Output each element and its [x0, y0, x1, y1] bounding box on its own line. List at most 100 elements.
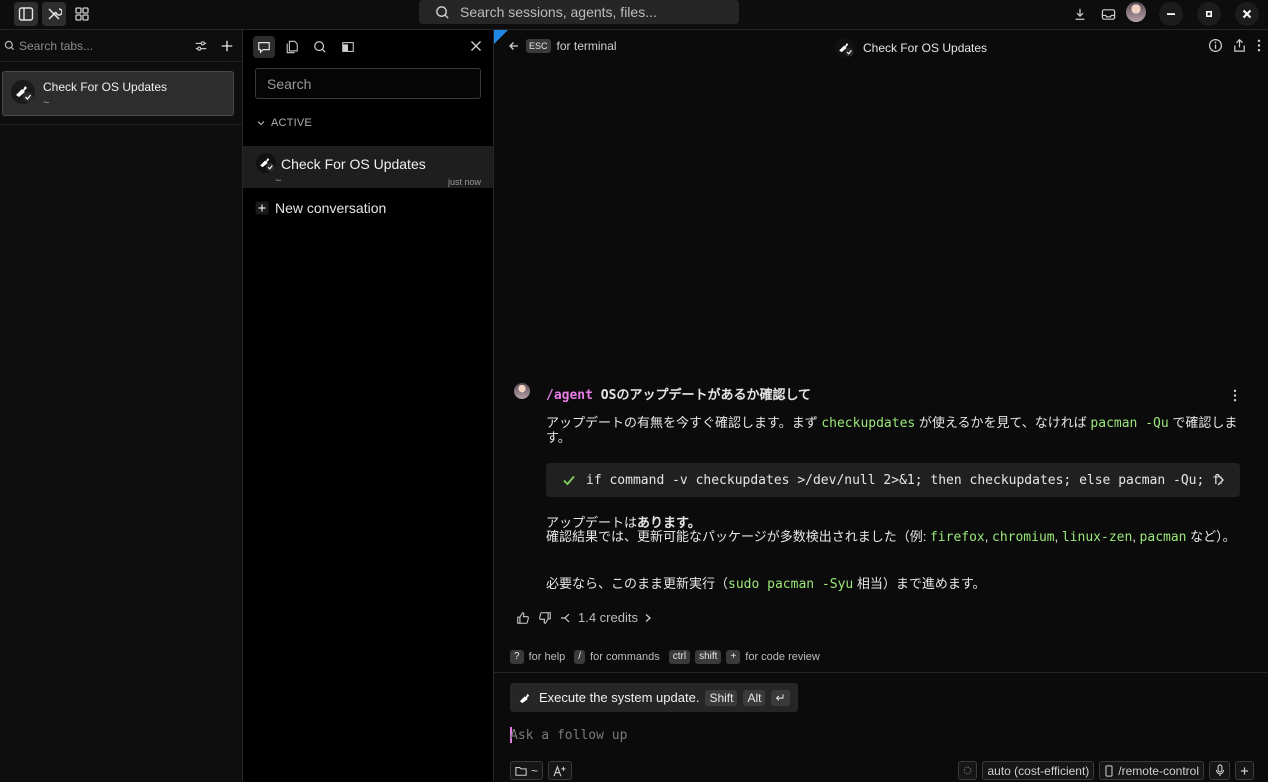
arrow-left-icon: [509, 42, 518, 50]
check-icon: [563, 475, 575, 486]
search-tab-button[interactable]: [309, 36, 331, 58]
reply2-text-a: アップデートは: [546, 515, 638, 530]
agent-reply-2: アップデートはあります。 確認結果では、更新可能なパッケージが多数検出されました…: [546, 516, 1246, 545]
conversation-header-title: Check For OS Updates: [835, 38, 987, 58]
search-icon: [314, 41, 326, 53]
download-icon: [1075, 8, 1085, 20]
active-section-toggle[interactable]: ACTIVE: [257, 117, 312, 129]
download-button[interactable]: [1068, 2, 1092, 26]
prompt-text: OSのアップデートがあるか確認して: [592, 388, 812, 403]
thumbs-up-icon: [517, 611, 529, 624]
conversation-search-input[interactable]: Search: [255, 68, 481, 99]
tab-search-input[interactable]: Search tabs...: [19, 39, 194, 53]
package-firefox: firefox: [929, 530, 985, 545]
user-avatar: [514, 383, 530, 399]
branch-icon: [561, 613, 570, 622]
ctrl-key: ctrl: [668, 650, 691, 664]
reply3-text-a: 必要なら、このまま更新実行（: [546, 576, 729, 591]
input-right-controls: auto (cost-efficient) /remote-control: [958, 761, 1254, 780]
divider: [0, 124, 243, 125]
sidebar-toggle-button[interactable]: [14, 2, 38, 26]
files-icon: [286, 40, 298, 54]
attach-button[interactable]: [1235, 761, 1254, 780]
info-button[interactable]: [1208, 38, 1223, 53]
conversation-item[interactable]: Check For OS Updates ~ just now: [243, 146, 493, 188]
thumbs-down-button[interactable]: [538, 611, 552, 625]
microphone-icon: [1215, 764, 1224, 777]
minimize-icon: [1167, 13, 1175, 15]
agent-icon: [519, 693, 530, 704]
conversation-search-placeholder: Search: [267, 75, 312, 92]
chevron-right-icon[interactable]: [1214, 473, 1226, 487]
reply2-text-c: など）。: [1186, 529, 1236, 544]
package-chromium: chromium: [992, 530, 1055, 545]
kebab-icon: [1233, 389, 1237, 402]
close-window-button[interactable]: [1235, 2, 1259, 26]
package-pacman: pacman: [1139, 530, 1187, 545]
notebook-tab-button[interactable]: [337, 36, 359, 58]
new-conversation-button[interactable]: New conversation: [255, 200, 386, 216]
share-button[interactable]: [1232, 38, 1247, 53]
model-selector[interactable]: auto (cost-efficient): [982, 761, 1095, 780]
sidebar-icon: [18, 7, 34, 21]
tools-button[interactable]: [42, 2, 66, 26]
plus-icon: [1240, 766, 1249, 775]
agent-reply-1: アップデートの有無を今すぐ確認します。まず checkupdates が使えるか…: [546, 416, 1246, 445]
remote-control-button[interactable]: /remote-control: [1099, 761, 1204, 780]
enter-key: ↵: [771, 689, 790, 706]
suggestion-chip[interactable]: Execute the system update. Shift Alt ↵: [510, 683, 798, 712]
code-review-hint: for code review: [745, 651, 820, 663]
directory-label: ~: [531, 763, 539, 778]
close-panel-button[interactable]: [470, 40, 482, 52]
maximize-icon: [1206, 11, 1212, 17]
global-search-input[interactable]: Search sessions, agents, files...: [419, 0, 739, 24]
filter-button[interactable]: [194, 39, 208, 53]
back-label: for terminal: [556, 39, 617, 53]
reply2-text-b: 確認結果では、更新可能なパッケージが多数検出されました（例:: [546, 529, 930, 544]
command-text: if command -v checkupdates >/dev/null 2>…: [586, 472, 1222, 488]
minimize-button[interactable]: [1159, 2, 1183, 26]
info-icon: [1208, 38, 1223, 53]
tab-search-bar: Search tabs...: [0, 30, 242, 62]
follow-up-input[interactable]: Ask a follow up: [510, 727, 627, 743]
inbox-button[interactable]: [1096, 2, 1120, 26]
user-avatar[interactable]: [1126, 2, 1146, 22]
command-key: /: [574, 650, 586, 664]
format-button[interactable]: [548, 761, 573, 780]
conversations-tab-button[interactable]: [253, 36, 275, 58]
conversation-title: Check For OS Updates: [281, 156, 426, 172]
esc-key: ESC: [526, 39, 551, 53]
reply3-code-syu: sudo pacman -Syu: [728, 577, 854, 592]
status-button[interactable]: [958, 761, 978, 780]
chat-icon: [258, 42, 270, 54]
back-to-terminal-button[interactable]: ESC for terminal: [508, 39, 617, 53]
thumbs-up-button[interactable]: [516, 611, 530, 625]
help-key: ?: [510, 650, 524, 664]
phone-icon: [1105, 764, 1113, 777]
tools-icon: [48, 8, 62, 20]
command-hint: for commands: [590, 651, 660, 663]
agent-check-icon: [256, 153, 276, 173]
more-options-button[interactable]: [1256, 38, 1262, 53]
grid-view-button[interactable]: [70, 2, 94, 26]
agent-check-icon: [11, 80, 35, 104]
divider: [494, 672, 1268, 673]
reply1-text-a: アップデートの有無を今すぐ確認します。まず: [546, 415, 822, 430]
directory-button[interactable]: ~: [510, 761, 544, 780]
credits-button[interactable]: 1.4 credits: [560, 610, 652, 625]
help-hint: for help: [528, 651, 566, 663]
files-tab-button[interactable]: [281, 36, 303, 58]
new-tab-button[interactable]: [220, 39, 234, 53]
command-block[interactable]: if command -v checkupdates >/dev/null 2>…: [546, 463, 1240, 497]
close-icon: [471, 41, 481, 51]
inbox-icon: [1101, 8, 1115, 20]
reply2-text-bold: あります。: [637, 515, 701, 530]
tab-item[interactable]: Check For OS Updates ~: [2, 71, 234, 116]
package-linux-zen: linux-zen: [1061, 530, 1133, 545]
message-options-button[interactable]: [1232, 388, 1238, 403]
kebab-icon: [1257, 39, 1261, 52]
maximize-button[interactable]: [1197, 2, 1221, 26]
circle-dashed-icon: [964, 766, 972, 775]
microphone-button[interactable]: [1209, 761, 1230, 780]
text-style-icon: [553, 764, 566, 776]
